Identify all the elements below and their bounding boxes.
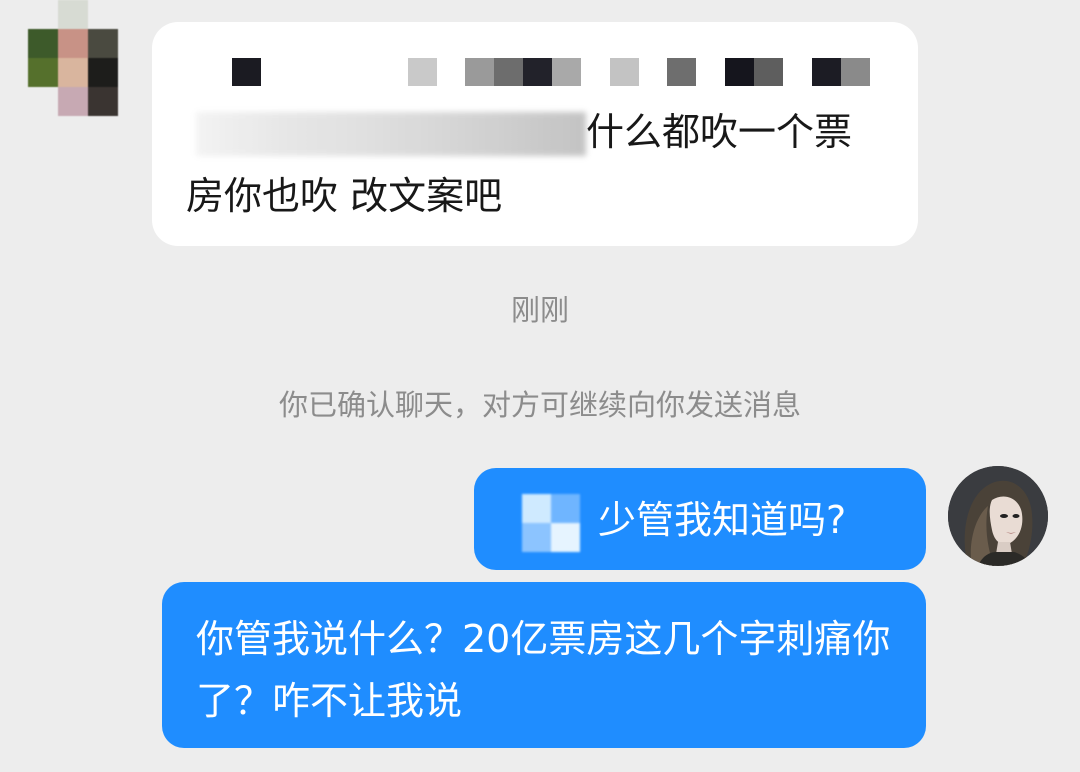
outgoing-message-text: 你管我说什么？20亿票房这几个字刺痛你了？咋不让我说 (196, 617, 891, 723)
chat-area[interactable]: 什么都吹一个票 房你也吹 改文案吧 刚刚 你已确认聊天，对方可继续向你发送消息 … (0, 0, 1080, 772)
blurred-text-prefix (196, 112, 586, 156)
redacted-text-mosaic (522, 494, 580, 552)
incoming-message-line-2: 房你也吹 改文案吧 (186, 174, 503, 218)
message-timestamp: 刚刚 (510, 293, 569, 327)
incoming-message-line-1: 什么都吹一个票 (586, 110, 853, 154)
user-avatar-icon[interactable] (948, 466, 1048, 566)
system-notice: 你已确认聊天，对方可继续向你发送消息 (278, 388, 801, 422)
pixelated-avatar-icon[interactable] (28, 0, 118, 116)
outgoing-message-text: 少管我知道吗? (598, 498, 847, 542)
redacted-text-mosaic (232, 58, 882, 86)
